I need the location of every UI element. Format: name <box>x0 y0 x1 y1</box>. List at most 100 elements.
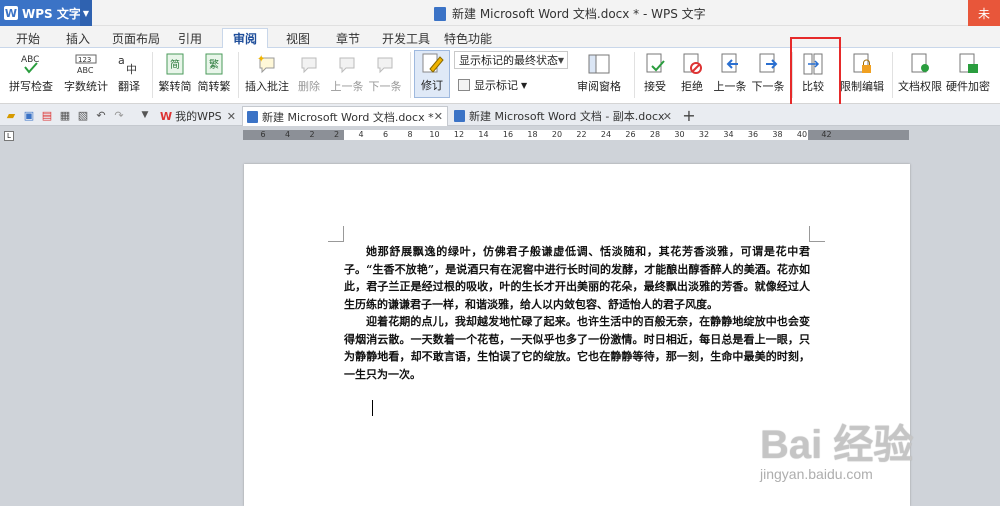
wordcount-button[interactable]: 123 ABC 字数统计 <box>62 52 110 94</box>
restrict-edit-label: 限制编辑 <box>840 80 884 93</box>
undo-icon[interactable]: ↶ <box>94 108 108 122</box>
document-tabs-bar: ▰ ▣ ▤ ▦ ▧ ↶ ↷ ▼ W 我的WPS ✕ 新建 Microsoft W… <box>0 104 1000 126</box>
prev-comment-button[interactable]: 上一条 <box>330 52 364 94</box>
hw-encrypt-label: 硬件加密 <box>946 80 990 93</box>
ribbon-separator <box>892 52 893 98</box>
doc-permission-button[interactable]: 文档权限 <box>896 52 944 94</box>
horizontal-ruler[interactable]: 6 4 2 2 4 6 8 10 12 14 16 18 20 22 24 26 28 30 32 34 36 38 40 4… <box>243 130 909 140</box>
watermark-url: jingyan.baidu.com <box>760 466 873 482</box>
delete-label: 删除 <box>298 80 320 93</box>
accept-icon <box>643 52 667 76</box>
show-markup-button[interactable]: 显示标记 ▼ <box>458 76 527 94</box>
print-preview-icon[interactable]: ▧ <box>76 108 90 122</box>
accept-label: 接受 <box>644 80 666 93</box>
tab-view[interactable]: 视图 <box>278 28 318 48</box>
new-tab-button[interactable]: + <box>682 106 696 125</box>
ribbon-separator <box>634 52 635 98</box>
markup-state-value: 显示标记的最终状态 <box>459 54 558 67</box>
restrict-edit-button[interactable]: 限制编辑 <box>838 52 886 94</box>
revise-button[interactable]: 修订 <box>414 50 450 98</box>
ruler-number: 20 <box>551 130 563 139</box>
translate-button[interactable]: a中 翻译 <box>112 52 146 94</box>
show-markup-icon <box>458 79 470 91</box>
window-title-text: 新建 Microsoft Word 文档.docx * - WPS 文字 <box>452 7 706 21</box>
tab-document-1-label: 新建 Microsoft Word 文档.docx * <box>262 110 434 124</box>
hardware-key-icon <box>956 52 980 76</box>
chevron-down-icon[interactable]: ▼ <box>80 0 92 26</box>
save-icon[interactable]: ▣ <box>22 108 36 122</box>
ruler-number: 6 <box>260 130 266 139</box>
reject-icon <box>680 52 704 76</box>
ribbon-separator <box>238 52 239 98</box>
hardware-encrypt-button[interactable]: 硬件加密 <box>944 52 992 94</box>
tab-stop-selector[interactable]: L <box>4 131 14 141</box>
trad-to-simp-button[interactable]: 简 繁转简 <box>158 52 192 94</box>
insert-comment-button[interactable]: ✦ 插入批注 <box>244 52 290 94</box>
svg-text:简: 简 <box>170 58 180 71</box>
spellcheck-button[interactable]: ABC 拼写检查 <box>6 52 56 94</box>
next-change-button[interactable]: 下一条 <box>750 52 786 94</box>
tab-references[interactable]: 引用 <box>170 28 210 48</box>
word-doc-icon <box>247 110 258 123</box>
comment-star-icon: ✦ <box>255 52 279 76</box>
tab-my-wps[interactable]: W 我的WPS ✕ <box>156 106 240 126</box>
tab-page-layout[interactable]: 页面布局 <box>108 28 164 48</box>
tab-chapter[interactable]: 章节 <box>328 28 368 48</box>
next-change-label: 下一条 <box>751 80 785 93</box>
ruler-number: 38 <box>772 130 783 139</box>
corner-mark-top-left <box>328 226 344 242</box>
ruler-number: 34 <box>723 130 734 139</box>
close-icon[interactable]: ✕ <box>663 110 672 123</box>
paragraph-2: 迎着花期的点儿，我却越发地忙碌了起来。也许生活中的百般无奈，在静静地绽放中也会变… <box>344 315 810 381</box>
tab-review[interactable]: 审阅 <box>222 28 268 48</box>
tab-special[interactable]: 特色功能 <box>440 28 496 48</box>
app-name: WPS 文字 <box>22 6 81 21</box>
wps-app-menu-button[interactable]: W WPS 文字 ▼ <box>0 0 92 26</box>
spellcheck-label: 拼写检查 <box>9 80 53 93</box>
simp-to-trad-button[interactable]: 繁 简转繁 <box>196 52 232 94</box>
chevron-down-icon[interactable]: ▼ <box>138 108 152 122</box>
ruler-number: 42 <box>821 130 832 139</box>
wordcount-label: 字数统计 <box>64 80 108 93</box>
prev-comment-label: 上一条 <box>330 80 364 93</box>
prev-change-button[interactable]: 上一条 <box>712 52 748 94</box>
ruler-number: 32 <box>698 130 710 139</box>
delete-comment-icon <box>297 52 321 76</box>
redo-icon[interactable]: ↷ <box>112 108 126 122</box>
tab-developer[interactable]: 开发工具 <box>378 28 434 48</box>
review-ribbon: ABC 拼写检查 123 ABC 字数统计 a中 翻译 简 繁转简 繁 简转繁 ✦… <box>0 48 1000 104</box>
open-folder-icon[interactable]: ▰ <box>4 108 18 122</box>
document-icon <box>434 6 446 21</box>
next-comment-button[interactable]: 下一条 <box>368 52 402 94</box>
accept-button[interactable]: 接受 <box>638 52 672 94</box>
tab-insert[interactable]: 插入 <box>58 28 98 48</box>
reject-button[interactable]: 拒绝 <box>674 52 710 94</box>
ruler-number: 16 <box>502 130 514 139</box>
close-icon[interactable]: ✕ <box>227 110 236 123</box>
baidu-watermark: Bai 经验 <box>760 412 913 470</box>
lock-icon <box>850 52 874 76</box>
document-body[interactable]: 她那舒展飘逸的绿叶，仿佛君子般谦虚低调、恬淡随和，其花芳香淡雅，可谓是花中君子。… <box>344 243 810 383</box>
translate-icon: a中 <box>117 52 141 76</box>
delete-comment-button[interactable]: 删除 <box>292 52 326 94</box>
ribbon-separator <box>410 52 411 98</box>
print-icon[interactable]: ▦ <box>58 108 72 122</box>
simp-to-trad-icon: 繁 <box>202 52 226 76</box>
pdf-icon[interactable]: ▤ <box>40 108 54 122</box>
svg-text:a: a <box>118 54 125 67</box>
svg-text:ABC: ABC <box>77 66 94 75</box>
tab-document-2[interactable]: 新建 Microsoft Word 文档 - 副本.docx ✕ <box>450 106 676 126</box>
pencil-icon <box>420 51 444 75</box>
ruler-number: 2 <box>333 130 340 139</box>
login-button[interactable]: 未 <box>968 0 1000 26</box>
markup-state-select[interactable]: 显示标记的最终状态 ▼ <box>454 51 568 69</box>
tab-home[interactable]: 开始 <box>8 28 48 48</box>
close-icon[interactable]: ✕ <box>434 110 443 123</box>
tab-document-1[interactable]: 新建 Microsoft Word 文档.docx * ✕ <box>242 106 448 126</box>
word-doc-icon <box>454 110 465 122</box>
next-comment-label: 下一条 <box>368 80 402 93</box>
wps-logo-icon: W <box>160 109 173 123</box>
review-pane-button[interactable]: 审阅窗格 <box>570 52 628 94</box>
text-cursor <box>372 400 373 416</box>
tab-document-2-label: 新建 Microsoft Word 文档 - 副本.docx <box>469 110 665 123</box>
